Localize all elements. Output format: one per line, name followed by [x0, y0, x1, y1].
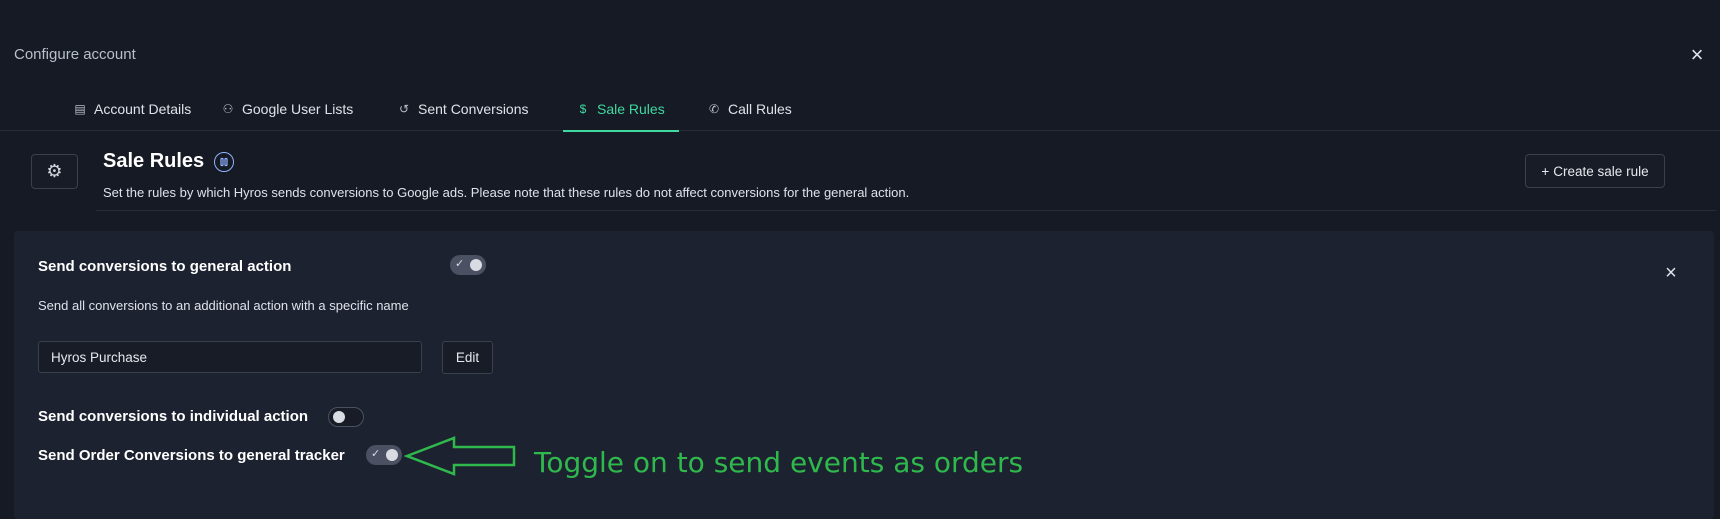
annotation-text: Toggle on to send events as orders	[534, 446, 1024, 479]
tab-label: Sent Conversions	[418, 100, 529, 117]
page-title: Sale Rules	[103, 150, 205, 172]
general-action-label: Send conversions to general action	[38, 258, 292, 275]
individual-action-toggle[interactable]	[328, 407, 364, 427]
annotation-arrow-icon	[404, 436, 516, 476]
tab-call-rules[interactable]: ✆ Call Rules	[694, 86, 806, 131]
general-action-description: Send all conversions to an additional ac…	[38, 298, 409, 313]
check-icon: ✓	[371, 448, 381, 460]
general-action-name-input[interactable]	[38, 341, 422, 373]
gear-icon: ⚙	[46, 161, 63, 181]
order-tracker-label: Send Order Conversions to general tracke…	[38, 447, 345, 464]
section-header: Sale Rules	[103, 150, 235, 173]
section-divider	[96, 210, 1716, 211]
history-icon: ↺	[398, 101, 410, 116]
tab-account-details[interactable]: ▤ Account Details	[60, 86, 205, 131]
toggle-knob	[333, 410, 345, 423]
create-sale-rule-label: Create sale rule	[1553, 163, 1649, 179]
section-description: Set the rules by which Hyros sends conve…	[103, 185, 910, 200]
order-tracker-toggle[interactable]: ✓	[366, 445, 402, 465]
users-icon: ⚇	[222, 101, 234, 116]
tab-label: Call Rules	[728, 100, 792, 117]
modal-title: Configure account	[14, 46, 136, 63]
tab-label: Account Details	[94, 100, 192, 117]
general-action-toggle[interactable]: ✓	[450, 255, 486, 275]
plus-icon: +	[1541, 163, 1550, 179]
individual-action-label: Send conversions to individual action	[38, 408, 309, 425]
phone-icon: ✆	[708, 101, 720, 116]
check-icon: ✓	[455, 258, 465, 270]
info-icon-glyph	[220, 157, 228, 166]
tab-sale-rules[interactable]: $ Sale Rules	[563, 86, 679, 132]
edit-button[interactable]: Edit	[442, 341, 493, 374]
tab-google-user-lists[interactable]: ⚇ Google User Lists	[208, 86, 367, 131]
tab-label: Google User Lists	[242, 100, 354, 117]
tab-bar: ▤ Account Details ⚇ Google User Lists ↺ …	[0, 86, 1720, 132]
create-sale-rule-button[interactable]: + Create sale rule	[1525, 154, 1665, 188]
document-icon: ▤	[74, 101, 86, 116]
toggle-knob	[470, 259, 482, 271]
settings-button[interactable]: ⚙	[31, 154, 78, 189]
tab-label: Sale Rules	[597, 100, 665, 117]
close-modal-button[interactable]: ×	[1686, 44, 1708, 66]
close-panel-button[interactable]: ×	[1660, 262, 1682, 284]
dollar-icon: $	[579, 101, 587, 116]
info-icon[interactable]	[214, 151, 235, 172]
tab-sent-conversions[interactable]: ↺ Sent Conversions	[384, 86, 543, 131]
toggle-knob	[386, 449, 398, 461]
